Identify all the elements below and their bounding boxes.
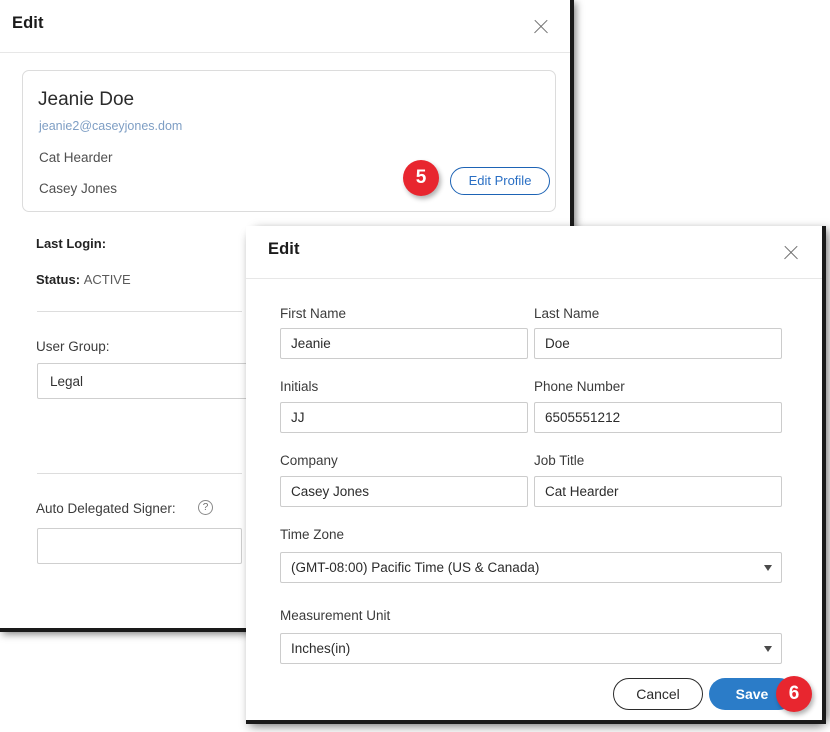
user-group-input[interactable] — [37, 363, 277, 399]
dialog-title: Edit — [268, 240, 300, 258]
measurement-unit-selected-value: Inches(in) — [291, 641, 351, 656]
callout-badge-5: 5 — [403, 160, 439, 196]
first-name-input[interactable] — [280, 328, 528, 359]
company-input[interactable] — [280, 476, 528, 507]
measurement-unit-select[interactable]: Inches(in) — [280, 633, 782, 664]
time-zone-selected-value: (GMT-08:00) Pacific Time (US & Canada) — [291, 560, 540, 575]
front-dialog-header: Edit — [246, 226, 822, 279]
phone-number-label: Phone Number — [534, 379, 625, 394]
first-name-label: First Name — [280, 306, 347, 321]
profile-email: jeanie2@caseyjones.dom — [39, 119, 183, 133]
time-zone-select[interactable]: (GMT-08:00) Pacific Time (US & Canada) — [280, 552, 782, 583]
profile-company: Casey Jones — [39, 181, 118, 196]
edit-profile-button[interactable]: Edit Profile — [450, 167, 550, 195]
callout-badge-6: 6 — [776, 676, 812, 712]
profile-card: Jeanie Doe jeanie2@caseyjones.dom Cat He… — [22, 70, 556, 212]
status-label: Status: — [36, 272, 81, 287]
job-title-label: Job Title — [534, 453, 585, 468]
last-name-input[interactable] — [534, 328, 782, 359]
divider — [37, 473, 242, 474]
chevron-down-icon — [764, 565, 772, 571]
last-login-label: Last Login: — [36, 236, 107, 251]
time-zone-label: Time Zone — [280, 527, 345, 542]
status-row: Status: ACTIVE — [36, 272, 131, 287]
last-login-row: Last Login: — [36, 236, 106, 251]
help-icon[interactable]: ? — [198, 500, 213, 515]
initials-input[interactable] — [280, 402, 528, 433]
initials-label: Initials — [280, 379, 319, 394]
job-title-input[interactable] — [534, 476, 782, 507]
close-icon[interactable] — [780, 242, 802, 264]
chevron-down-icon — [764, 646, 772, 652]
back-panel-title: Edit — [12, 14, 44, 32]
phone-number-input[interactable] — [534, 402, 782, 433]
cancel-button[interactable]: Cancel — [613, 678, 703, 710]
close-icon[interactable] — [530, 16, 552, 38]
divider — [37, 311, 242, 312]
profile-job-title: Cat Hearder — [39, 150, 113, 165]
status-badge: ACTIVE — [83, 272, 131, 287]
edit-profile-dialog: Edit First Name Last Name Initials Phone… — [246, 226, 826, 724]
user-group-label: User Group: — [36, 339, 110, 354]
auto-delegated-signer-input[interactable] — [37, 528, 242, 564]
back-panel-header: Edit — [0, 0, 570, 53]
auto-delegated-signer-label: Auto Delegated Signer: — [36, 501, 176, 516]
last-name-label: Last Name — [534, 306, 600, 321]
company-label: Company — [280, 453, 338, 468]
measurement-unit-label: Measurement Unit — [280, 608, 391, 623]
profile-name: Jeanie Doe — [38, 89, 135, 110]
